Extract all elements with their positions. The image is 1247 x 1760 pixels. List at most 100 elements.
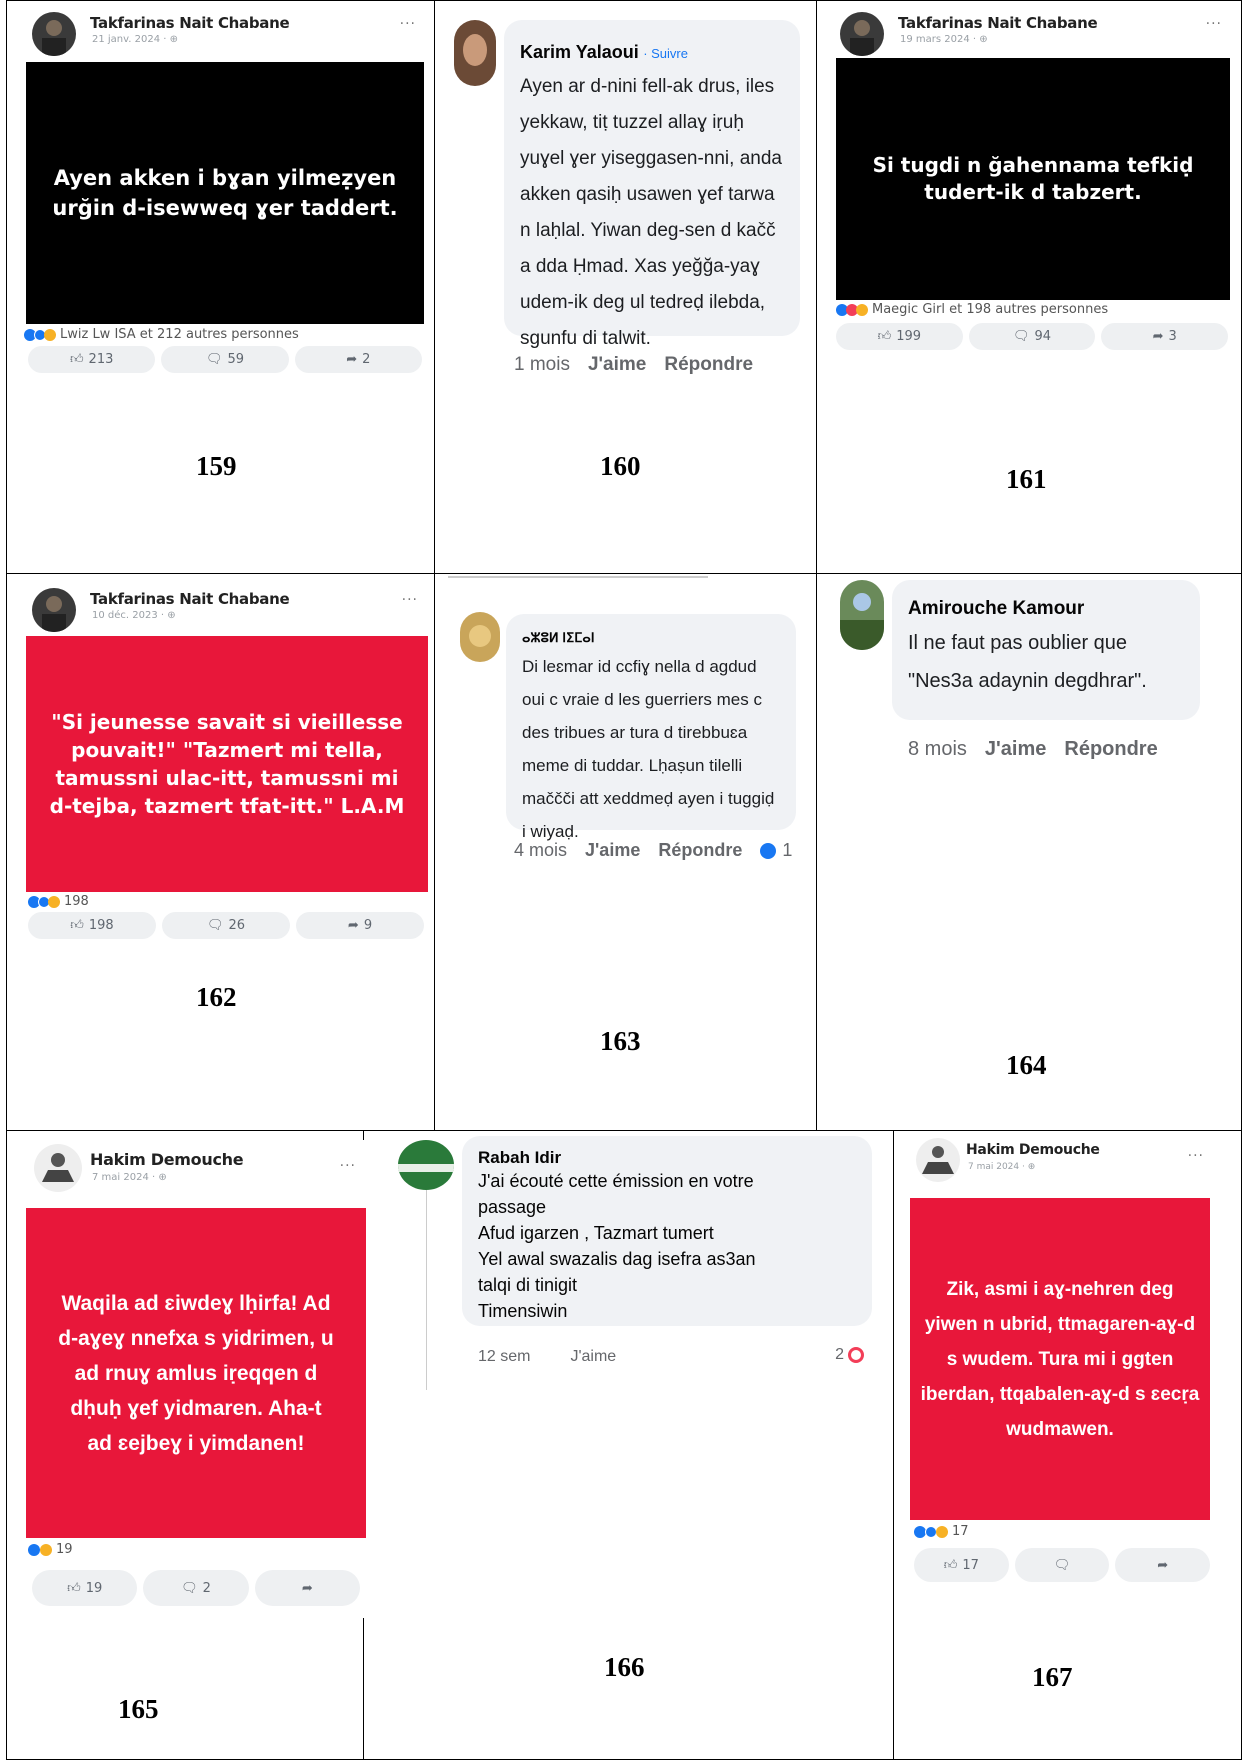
- reply-link[interactable]: Répondre: [664, 354, 753, 376]
- post-date: 7 mai 2024 · ⊕: [92, 1172, 167, 1183]
- like-link[interactable]: J'aime: [588, 354, 646, 376]
- author-name[interactable]: Takfarinas Nait Chabane: [90, 590, 290, 608]
- like-button[interactable]: 👍︎ 199: [836, 323, 963, 350]
- share-icon: ➦: [347, 918, 359, 933]
- comment-card: Karim Yalaoui · Suivre Ayen ar d-nini fe…: [448, 6, 808, 386]
- globe-icon: ⊕: [979, 34, 988, 45]
- like-button[interactable]: 👍︎ 19: [32, 1570, 138, 1606]
- share-button[interactable]: ➦ 9: [296, 912, 424, 939]
- figure-number: 159: [196, 451, 237, 481]
- like-button[interactable]: 👍︎ 213: [28, 346, 156, 373]
- comment-text: Il ne faut pas oublier que "Nes3a adayni…: [908, 632, 1147, 692]
- thumbs-up-icon: 👍︎: [877, 329, 892, 344]
- globe-icon: ⊕: [167, 610, 176, 621]
- like-link[interactable]: J'aime: [585, 840, 640, 861]
- comment-card: Amirouche Kamour Il ne faut pas oublier …: [834, 580, 1234, 790]
- wow-icon: [40, 1543, 52, 1556]
- like-icon: [28, 1543, 40, 1556]
- comment-button[interactable]: 🗨︎ 94: [968, 323, 1096, 350]
- avatar[interactable]: [398, 1140, 454, 1190]
- figure-number: 160: [600, 451, 641, 481]
- author-name[interactable]: Takfarinas Nait Chabane: [898, 14, 1098, 32]
- share-button[interactable]: ➦ 3: [1101, 323, 1229, 350]
- avatar[interactable]: [840, 12, 884, 56]
- author-name[interactable]: Amirouche Kamour: [908, 598, 1184, 620]
- figure-number: 167: [1032, 1662, 1073, 1692]
- avatar[interactable]: [34, 1144, 82, 1192]
- like-count[interactable]: 2: [835, 1346, 864, 1364]
- grid-divider: [816, 0, 817, 1130]
- post-card: Takfarinas Nait Chabane 21 janv. 2024 · …: [24, 6, 426, 380]
- reactions-summary[interactable]: 17: [914, 1524, 969, 1539]
- figure-number: 163: [600, 1026, 641, 1056]
- comment-text: Di leɛmar id ccfiɣ nella d agdud oui c v…: [522, 657, 775, 841]
- like-link[interactable]: J'aime: [985, 738, 1046, 761]
- share-button[interactable]: ➦ 2: [294, 346, 422, 373]
- avatar[interactable]: [32, 588, 76, 632]
- reactions-summary[interactable]: 198: [28, 894, 89, 909]
- share-icon: ➦: [1157, 1557, 1169, 1573]
- post-date: 10 déc. 2023 · ⊕: [92, 610, 176, 621]
- comment-time: 4 mois: [514, 840, 568, 860]
- author-name[interactable]: Takfarinas Nait Chabane: [90, 14, 290, 32]
- avatar[interactable]: [460, 612, 500, 662]
- avatar[interactable]: [840, 580, 884, 650]
- avatar[interactable]: [32, 12, 76, 56]
- comment-time: 1 mois: [514, 354, 570, 375]
- avatar[interactable]: [916, 1138, 960, 1182]
- post-card: Hakim Demouche 7 mai 2024 · ⊕ ··· Waqila…: [24, 1140, 366, 1618]
- reactions-summary[interactable]: 19: [28, 1542, 73, 1557]
- comment-bubble: Amirouche Kamour Il ne faut pas oublier …: [892, 580, 1200, 720]
- figure-number: 164: [1006, 1050, 1047, 1080]
- more-options-icon[interactable]: ···: [400, 16, 416, 32]
- globe-icon: ⊕: [158, 1172, 167, 1183]
- reply-link[interactable]: Répondre: [1064, 738, 1157, 761]
- comment-button[interactable]: 🗨︎ 26: [162, 912, 290, 939]
- post-banner: "Si jeunesse savait si vieillesse pouvai…: [26, 636, 428, 892]
- thread-line: [426, 1190, 427, 1390]
- reply-link[interactable]: Répondre: [658, 840, 742, 861]
- post-banner: Zik, asmi i aɣ-nehren deg yiwen n ubrid,…: [910, 1198, 1210, 1520]
- author-name[interactable]: Hakim Demouche: [966, 1142, 1100, 1158]
- comment-card: ⴰⵣⵓⵍ ⵏⵉⵎⴰⵏ Di leɛmar id ccfiɣ nella d ag…: [448, 576, 808, 876]
- grid-divider: [363, 1618, 364, 1760]
- post-banner: Waqila ad ɛiwdeɣ lḥirfa! Ad d-aɣeɣ nnefx…: [26, 1208, 366, 1538]
- author-name[interactable]: Rabah Idir: [478, 1148, 856, 1168]
- comment-button[interactable]: 🗨︎ 59: [161, 346, 289, 373]
- post-card: Hakim Demouche 7 mai 2024 · ⊕ ··· Zik, a…: [908, 1134, 1214, 1586]
- like-button[interactable]: 👍︎ 17: [914, 1548, 1009, 1582]
- more-options-icon[interactable]: ···: [1188, 1148, 1204, 1164]
- author-name[interactable]: Karim Yalaoui: [520, 42, 639, 62]
- post-banner: Si tugdi n ğahennama tefkiḍ tudert-ik d …: [836, 58, 1230, 300]
- like-badge-icon: [760, 842, 777, 859]
- comment-button[interactable]: 🗨︎ 2: [143, 1570, 249, 1606]
- like-button[interactable]: 👍︎ 198: [28, 912, 156, 939]
- follow-link[interactable]: · Suivre: [643, 46, 688, 61]
- avatar[interactable]: [454, 20, 496, 86]
- share-button[interactable]: ➦: [254, 1570, 360, 1606]
- post-banner: Ayen akken i bɣan yilmeẓyen urğin d-isew…: [26, 62, 424, 324]
- reactions-summary[interactable]: Lwiz Lw ISA et 212 autres personnes: [24, 327, 299, 342]
- grid-divider: [893, 1130, 894, 1760]
- like-count[interactable]: 1: [760, 840, 792, 861]
- like-link[interactable]: J'aime: [570, 1348, 616, 1366]
- comment-icon: 🗨︎: [205, 352, 223, 367]
- more-options-icon[interactable]: ···: [340, 1158, 356, 1174]
- comment-bubble: ⴰⵣⵓⵍ ⵏⵉⵎⴰⵏ Di leɛmar id ccfiɣ nella d ag…: [506, 614, 796, 841]
- share-icon: ➦: [301, 1580, 313, 1596]
- share-button[interactable]: ➦: [1115, 1548, 1211, 1582]
- comment-button[interactable]: 🗨︎: [1014, 1548, 1110, 1582]
- more-options-icon[interactable]: ···: [1206, 16, 1222, 32]
- post-date: 21 janv. 2024 · ⊕: [92, 34, 179, 45]
- reactions-summary[interactable]: Maegic Girl et 198 autres personnes: [836, 302, 1108, 317]
- figure-number: 166: [604, 1652, 645, 1682]
- thumbs-up-icon: 👍︎: [69, 352, 84, 367]
- author-name[interactable]: Hakim Demouche: [90, 1150, 244, 1169]
- share-icon: ➦: [346, 352, 358, 367]
- comment-icon: 🗨︎: [181, 1580, 198, 1596]
- thumbs-up-icon: 👍︎: [943, 1557, 958, 1573]
- more-options-icon[interactable]: ···: [402, 592, 418, 608]
- author-name[interactable]: ⴰⵣⵓⵍ ⵏⵉⵎⴰⵏ: [522, 630, 780, 646]
- share-icon: ➦: [1152, 329, 1164, 344]
- haha-icon: [856, 303, 868, 316]
